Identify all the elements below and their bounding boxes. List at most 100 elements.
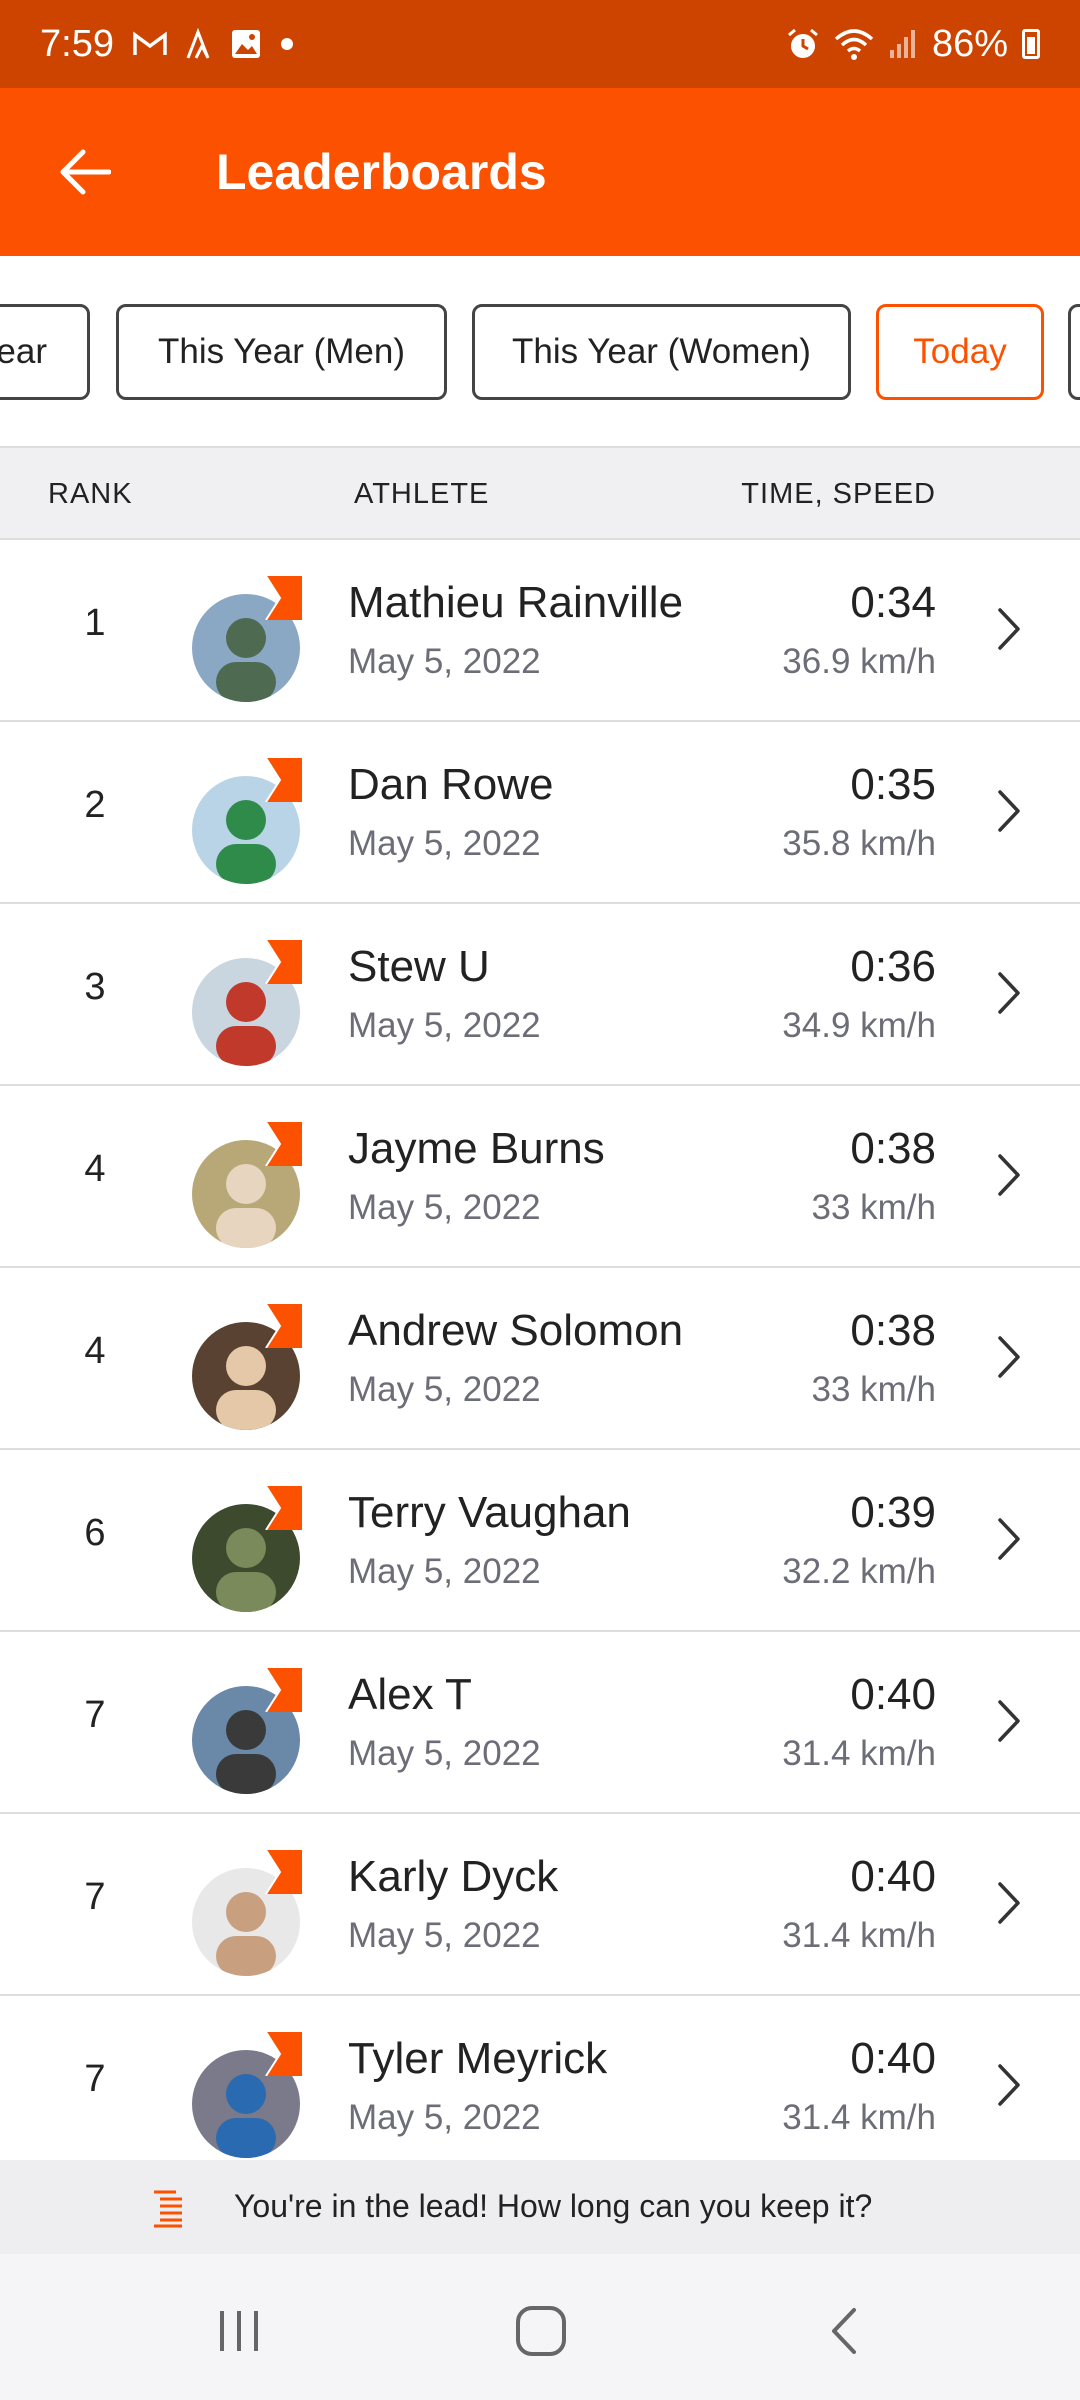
chevron-right-icon [998,1336,1020,1378]
athlete-name: Tyler Meyrick [348,2034,608,2083]
athlete-name: Karly Dyck [348,1852,559,1901]
athlete-avatar [190,576,306,702]
effort-date: May 5, 2022 [348,1370,541,1409]
recents-icon [220,2311,258,2351]
leaderboard-row[interactable]: 7 Alex T May 5, 2022 0:40 31.4 km/h [0,1632,1080,1814]
row-rank: 7 [84,1876,106,1918]
leaderboard-row[interactable]: 1 Mathieu Rainville May 5, 2022 0:34 36.… [0,540,1080,722]
battery-percent: 86% [931,22,1008,65]
leaderboard-row[interactable]: 7 Karly Dyck May 5, 2022 0:40 31.4 km/h [0,1814,1080,1996]
footer-banner[interactable]: You're in the lead! How long can you kee… [0,2160,1080,2254]
gallery-icon [230,28,262,60]
chip-this-year-men[interactable]: This Year (Men) [116,304,447,400]
leaderboard-row[interactable]: 2 Dan Rowe May 5, 2022 0:35 35.8 km/h [0,722,1080,904]
effort-time: 0:40 [850,2034,936,2083]
leaderboard-row[interactable]: 4 Jayme Burns May 5, 2022 0:38 33 km/h [0,1086,1080,1268]
effort-date: May 5, 2022 [348,1552,541,1591]
athlete-avatar [190,1486,306,1612]
chip-label: Year [0,332,47,371]
chevron-right-icon [998,2064,1020,2106]
effort-time: 0:36 [850,942,936,991]
page-title: Leaderboards [216,144,547,200]
strava-icon [186,28,212,60]
filter-chips: Year This Year (Men) This Year (Women) T… [0,256,1080,448]
athlete-avatar [190,1304,306,1430]
battery-icon [1022,29,1040,59]
footer-message: You're in the lead! How long can you kee… [234,2188,873,2224]
athlete-avatar [190,1668,306,1794]
chevron-right-icon [998,1882,1020,1924]
row-rank: 1 [84,602,106,644]
athlete-name: Alex T [348,1670,472,1719]
leaderboard-row[interactable]: 3 Stew U May 5, 2022 0:36 34.9 km/h [0,904,1080,1086]
chevron-right-icon [998,1518,1020,1560]
effort-speed: 34.9 km/h [782,1006,936,1045]
chevron-right-icon [998,1154,1020,1196]
athlete-name: Stew U [348,942,490,991]
row-rank: 3 [84,966,106,1008]
effort-date: May 5, 2022 [348,1188,541,1227]
list-icon [154,2190,182,2228]
arrow-left-icon [60,149,111,195]
effort-date: May 5, 2022 [348,2098,541,2137]
athlete-name: Jayme Burns [348,1124,605,1173]
back-button[interactable] [0,88,168,256]
row-rank: 7 [84,2058,106,2100]
dot-icon [280,37,294,51]
athlete-name: Mathieu Rainville [348,578,684,627]
header-athlete: ATHLETE [354,478,490,510]
athlete-avatar [190,758,306,884]
alarm-icon [786,27,820,61]
effort-speed: 31.4 km/h [782,2098,936,2137]
recents-button[interactable] [204,2296,274,2366]
segment-badge-icon [265,2032,302,2076]
chip-label: Today [913,332,1007,371]
athlete-avatar [190,1850,306,1976]
back-icon [832,2308,856,2354]
segment-badge-icon [265,1668,302,1712]
chip-today[interactable]: Today [876,304,1044,400]
effort-time: 0:40 [850,1670,936,1719]
gmail-icon [132,30,168,58]
chip-label: This Year (Men) [157,332,406,371]
header-rank: RANK [48,478,133,510]
athlete-avatar [190,2032,306,2158]
chevron-right-icon [998,1700,1020,1742]
effort-date: May 5, 2022 [348,1916,541,1955]
athlete-name: Andrew Solomon [348,1306,684,1355]
segment-badge-icon [265,576,302,620]
leaderboard-list: 1 Mathieu Rainville May 5, 2022 0:34 36.… [0,540,1080,2178]
athlete-avatar [190,1122,306,1248]
status-time: 7:59 [40,22,114,65]
chip-next[interactable] [1068,304,1080,400]
segment-badge-icon [265,1122,302,1166]
leaderboard-row[interactable]: 7 Tyler Meyrick May 5, 2022 0:40 31.4 km… [0,1996,1080,2178]
leaderboard-row[interactable]: 6 Terry Vaughan May 5, 2022 0:39 32.2 km… [0,1450,1080,1632]
effort-time: 0:34 [850,578,936,627]
effort-speed: 35.8 km/h [782,824,936,863]
app-bar: Leaderboards [0,88,1080,256]
wifi-icon [834,27,874,61]
leaderboard-row[interactable]: 4 Andrew Solomon May 5, 2022 0:38 33 km/… [0,1268,1080,1450]
chip-year[interactable]: Year [0,304,90,400]
effort-speed: 33 km/h [811,1188,937,1227]
row-rank: 4 [84,1148,106,1190]
segment-badge-icon [265,1850,302,1894]
effort-date: May 5, 2022 [348,824,541,863]
chip-label: This Year (Women) [512,332,811,371]
nav-back-button[interactable] [808,2296,878,2366]
effort-time: 0:39 [850,1488,936,1537]
athlete-avatar [190,940,306,1066]
effort-speed: 31.4 km/h [782,1916,936,1955]
home-button[interactable] [506,2296,576,2366]
system-nav-bar [0,2254,1080,2400]
effort-speed: 33 km/h [811,1370,937,1409]
chip-this-year-women[interactable]: This Year (Women) [472,304,851,400]
athlete-name: Terry Vaughan [348,1488,631,1537]
effort-date: May 5, 2022 [348,642,541,681]
status-right: 86% [786,23,1040,66]
status-bar: 7:59 86% [0,0,1080,88]
effort-time: 0:38 [850,1124,936,1173]
effort-date: May 5, 2022 [348,1006,541,1045]
header-time-speed: TIME, SPEED [741,478,936,510]
